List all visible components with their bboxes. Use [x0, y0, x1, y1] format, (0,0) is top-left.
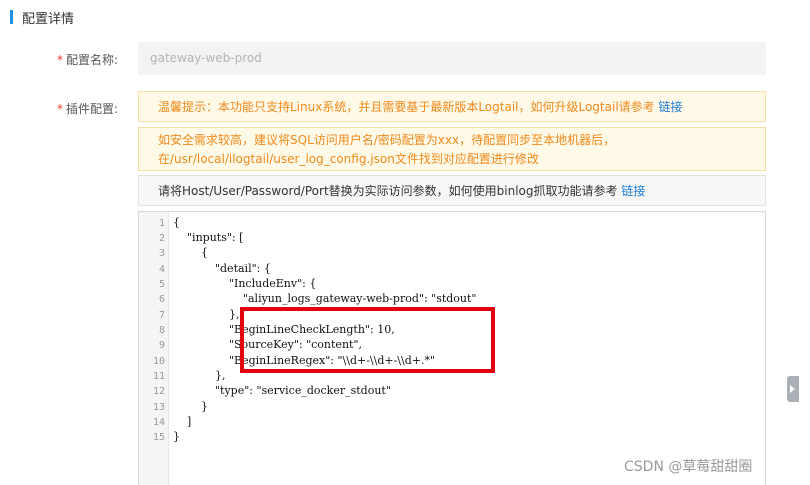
line-number: 9: [158, 340, 165, 351]
notice-text: 温馨提示：本功能只支持Linux系统，并且需要基于最新版本Logtail，如何升…: [158, 100, 655, 114]
code-line: "inputs": [: [173, 231, 244, 244]
logtail-upgrade-notice: 温馨提示：本功能只支持Linux系统，并且需要基于最新版本Logtail，如何升…: [138, 91, 766, 122]
config-name-label-text: 配置名称:: [65, 53, 118, 67]
highlight-annotation-box: [240, 307, 495, 373]
required-mark: *: [56, 102, 63, 116]
line-number-gutter: 1 2 3 4 5 6 7 8 9 10 11 12 13 14 15: [139, 212, 169, 485]
plugin-config-label: * 插件配置:: [0, 100, 118, 117]
binlog-notice: 请将Host/User/Password/Port替换为实际访问参数，如何使用b…: [138, 175, 766, 206]
code-line: {: [173, 246, 208, 259]
code-line: }: [173, 400, 208, 413]
section-accent-bar: [10, 10, 13, 24]
binlog-help-link[interactable]: 链接: [621, 184, 645, 198]
notice-line-2: 在/usr/local/ilogtail/user_log_config.jso…: [158, 152, 539, 166]
code-line: },: [173, 308, 240, 321]
line-number: 2: [158, 233, 165, 244]
section-title: 配置详情: [22, 11, 75, 27]
line-number: 12: [152, 386, 165, 397]
side-expand-tab[interactable]: [787, 376, 799, 402]
code-line: "detail": {: [173, 262, 271, 275]
notice-line-1: 如安全需求较高，建议将SQL访问用户名/密码配置为xxx，待配置同步至本地机器后…: [158, 133, 616, 147]
line-number: 3: [158, 248, 165, 259]
security-notice: 如安全需求较高，建议将SQL访问用户名/密码配置为xxx，待配置同步至本地机器后…: [138, 127, 766, 171]
watermark-text: CSDN @草莓甜甜圈: [624, 459, 753, 475]
line-number: 4: [158, 264, 165, 275]
line-number: 15: [152, 432, 165, 443]
required-mark: *: [56, 53, 63, 67]
line-number: 14: [152, 417, 165, 428]
line-number: 6: [158, 294, 165, 305]
code-line: "IncludeEnv": {: [173, 277, 317, 290]
line-number: 8: [158, 325, 165, 336]
code-line: "aliyun_logs_gateway-web-prod": "stdout": [173, 292, 477, 305]
code-line: "type": "service_docker_stdout": [173, 384, 391, 397]
code-line: ]: [173, 415, 192, 428]
config-name-input[interactable]: gateway-web-prod: [138, 42, 766, 75]
code-line: {: [173, 216, 180, 229]
section-header: 配置详情: [10, 8, 75, 27]
line-number: 7: [158, 310, 165, 321]
line-number: 13: [152, 402, 165, 413]
plugin-config-label-text: 插件配置:: [65, 102, 118, 116]
code-line: }: [173, 430, 180, 443]
code-line: },: [173, 369, 226, 382]
line-number: 11: [152, 371, 165, 382]
notice-text: 请将Host/User/Password/Port替换为实际访问参数，如何使用b…: [158, 184, 618, 198]
line-number: 5: [158, 279, 165, 290]
line-number: 1: [158, 218, 165, 229]
logtail-upgrade-link[interactable]: 链接: [658, 100, 682, 114]
config-name-label: * 配置名称:: [0, 51, 118, 68]
line-number: 10: [152, 356, 165, 367]
